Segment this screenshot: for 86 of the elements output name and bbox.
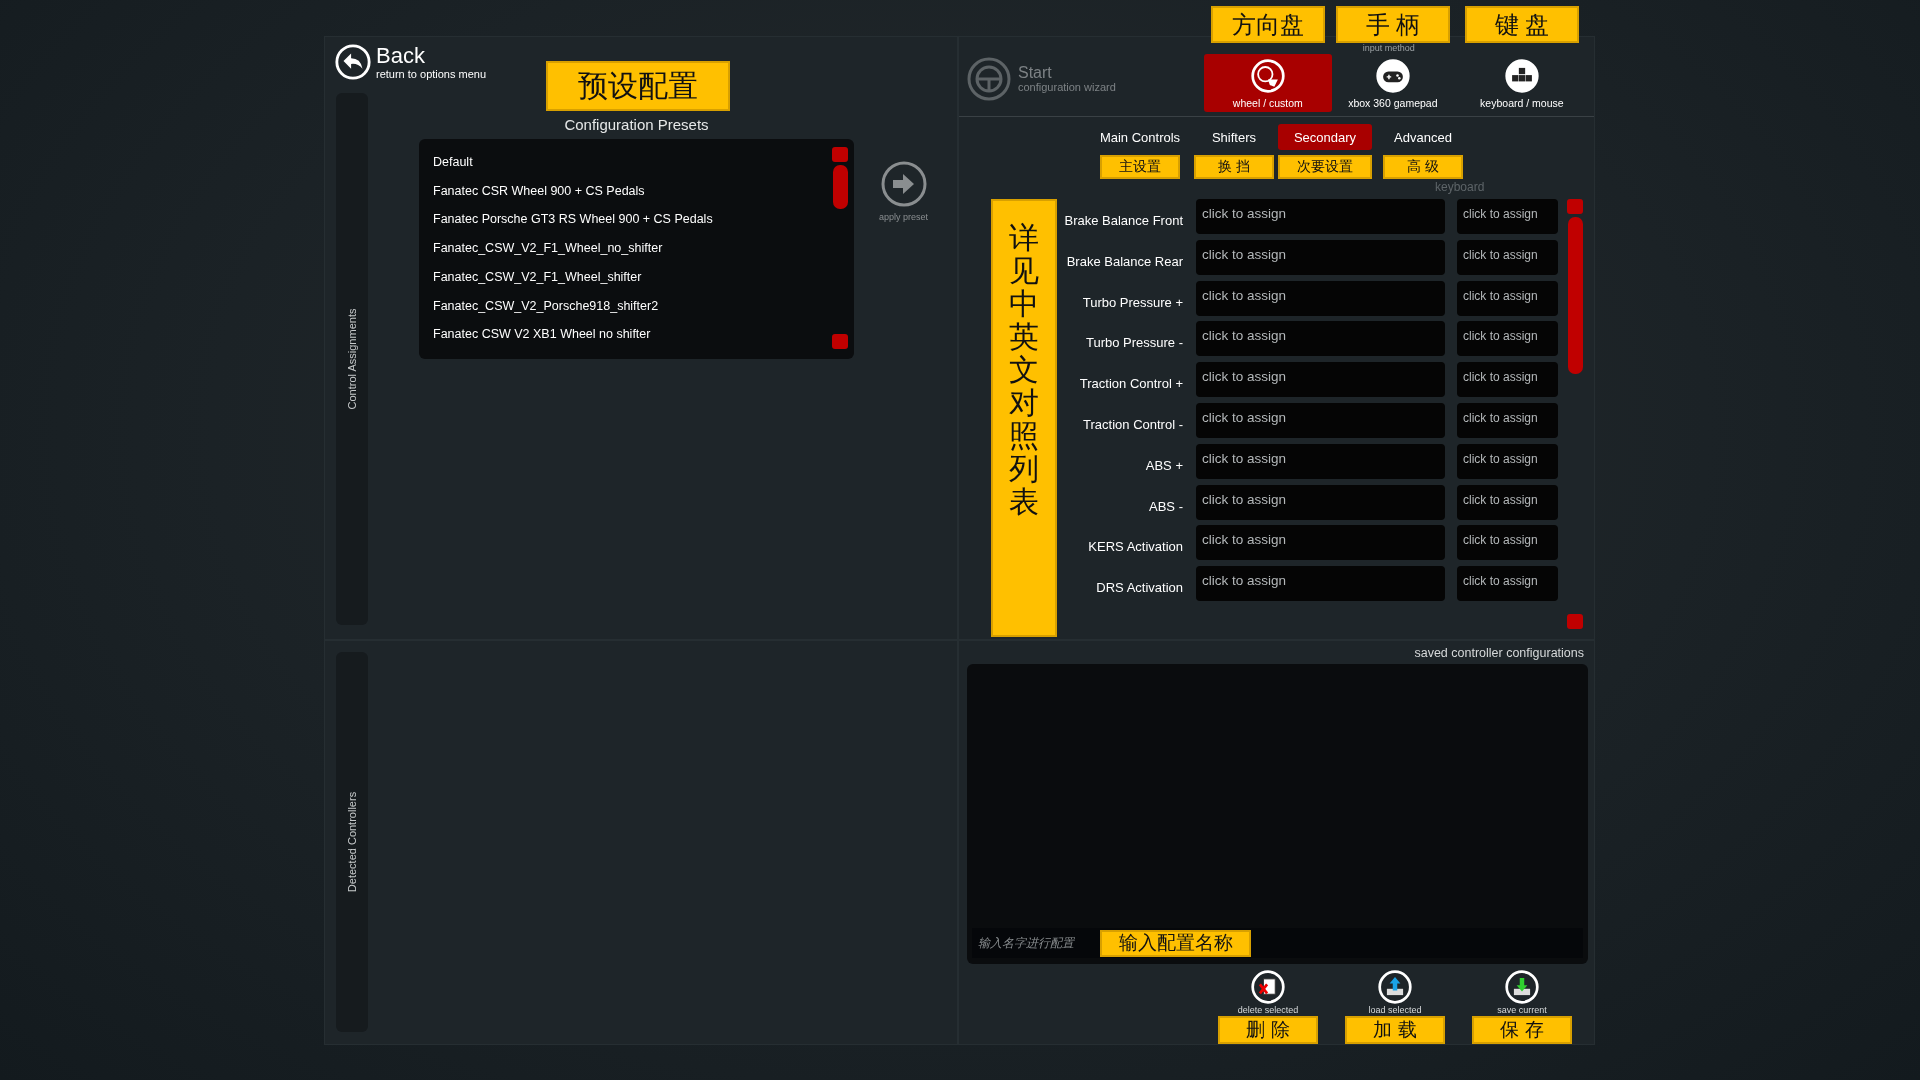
- steering-wheel-icon[interactable]: [966, 56, 1012, 102]
- assign-field[interactable]: click to assign: [1457, 443, 1558, 479]
- assign-field[interactable]: click to assign: [1196, 239, 1445, 275]
- annotation-label: 次要设置: [1278, 155, 1372, 179]
- preset-item[interactable]: Fanatec Porsche GT3 RS Wheel 900 + CS Pedals: [433, 207, 832, 237]
- input-method-caption: input method: [1361, 43, 1416, 53]
- annotation-label: 保 存: [1472, 1016, 1572, 1044]
- wizard-subtitle: configuration wizard: [1018, 81, 1116, 94]
- input-method-button[interactable]: wheel / custom: [1203, 54, 1332, 112]
- control-label: DRS Activation: [1095, 579, 1183, 598]
- wizard-title: Start: [1018, 64, 1053, 82]
- scroll-down-button[interactable]: [832, 334, 848, 349]
- preset-item[interactable]: Fanatec CSR Wheel 900 + CS Pedals: [433, 178, 832, 208]
- input-method-button[interactable]: xbox 360 gamepad: [1343, 54, 1442, 112]
- tab[interactable]: Main Controls: [1090, 124, 1190, 150]
- assign-field[interactable]: click to assign: [1196, 403, 1445, 438]
- scroll-thumb[interactable]: [1567, 217, 1583, 374]
- control-label: ABS +: [1144, 456, 1183, 475]
- annotation-label: 方向盘: [1210, 6, 1325, 43]
- assign-field[interactable]: click to assign: [1196, 362, 1445, 398]
- assign-field[interactable]: click to assign: [1457, 362, 1558, 398]
- preset-item[interactable]: Fanatec CSW V2 XB1 Wheel no shifter: [433, 322, 832, 352]
- name-input-field[interactable]: 输入名字进行配置: [972, 929, 1100, 957]
- annotation-label: 手 柄: [1335, 6, 1450, 43]
- preset-item[interactable]: Fanatec_CSW_V2_Porsche918_shifter2: [433, 293, 832, 323]
- control-label: Traction Control -: [1082, 416, 1183, 434]
- action-button[interactable]: save current: [1497, 969, 1547, 1015]
- scroll-up-button[interactable]: [832, 147, 848, 162]
- assign-field[interactable]: click to assign: [1196, 484, 1445, 520]
- scrollbar[interactable]: [1567, 199, 1583, 629]
- control-label: Turbo Pressure -: [1084, 334, 1183, 353]
- annotation-label: 高 级: [1383, 155, 1463, 179]
- assign-field[interactable]: click to assign: [1457, 484, 1558, 520]
- assign-field[interactable]: click to assign: [1196, 280, 1445, 316]
- scroll-thumb[interactable]: [832, 165, 848, 209]
- tab[interactable]: Advanced: [1380, 124, 1466, 150]
- preset-item[interactable]: Fanatec_CSW_V2_F1_Wheel_shifter: [433, 264, 832, 294]
- upload-tray-icon: [1377, 969, 1413, 1005]
- input-method-button[interactable]: keyboard / mouse: [1466, 54, 1577, 112]
- annotation-label: 主设置: [1100, 155, 1180, 179]
- control-label: Brake Balance Front: [1063, 212, 1183, 230]
- side-tab[interactable]: Detected Controllers: [336, 652, 368, 1032]
- control-label: ABS -: [1148, 497, 1183, 516]
- assign-field[interactable]: click to assign: [1196, 566, 1445, 602]
- tab[interactable]: Shifters: [1190, 124, 1278, 150]
- scrollbar[interactable]: [832, 147, 848, 349]
- saved-configs-title: saved controller configurations: [1413, 645, 1585, 662]
- assign-field[interactable]: click to assign: [1457, 525, 1558, 561]
- control-label: Brake Balance Rear: [1065, 252, 1183, 271]
- presets-title: Configuration Presets: [563, 116, 710, 134]
- assign-field[interactable]: click to assign: [1457, 239, 1558, 275]
- assign-field[interactable]: click to assign: [1457, 199, 1558, 234]
- assign-field[interactable]: click to assign: [1457, 321, 1558, 357]
- control-label: Turbo Pressure +: [1081, 293, 1183, 312]
- assign-field[interactable]: click to assign: [1196, 525, 1445, 561]
- wheel-icon: [1249, 57, 1286, 94]
- apply-preset-label: apply preset: [879, 212, 929, 222]
- annotation-label: 换 挡: [1194, 155, 1274, 179]
- assign-field[interactable]: click to assign: [1457, 403, 1558, 438]
- control-label: KERS Activation: [1087, 538, 1183, 557]
- annotation-label: 删 除: [1218, 1016, 1318, 1044]
- annotation-label: 预设配置: [546, 61, 730, 111]
- download-tray-icon: [1504, 969, 1540, 1005]
- assign-field[interactable]: click to assign: [1196, 321, 1445, 357]
- assign-field[interactable]: click to assign: [1457, 566, 1558, 602]
- column-header: keyboard: [1435, 180, 1485, 194]
- scroll-up-button[interactable]: [1567, 199, 1583, 214]
- scroll-down-button[interactable]: [1567, 614, 1583, 629]
- assign-field[interactable]: click to assign: [1196, 443, 1445, 479]
- side-tab[interactable]: Control Assignments: [336, 93, 368, 625]
- preset-item[interactable]: Fanatec_CSW_V2_F1_Wheel_no_shifter: [433, 236, 832, 265]
- annotation-label: 详见中英文对照列表: [991, 199, 1057, 637]
- annotation-label: 键 盘: [1464, 6, 1579, 43]
- action-button[interactable]: load selected: [1368, 969, 1422, 1015]
- control-label: Traction Control +: [1078, 375, 1183, 394]
- back-button[interactable]: Back return to options menu: [334, 43, 487, 81]
- gamepad-icon: [1374, 57, 1411, 94]
- annotation-label: 加 载: [1345, 1016, 1445, 1044]
- tab[interactable]: Secondary: [1278, 124, 1372, 150]
- preset-item[interactable]: Default: [433, 150, 832, 179]
- delete-document-icon: [1250, 969, 1286, 1005]
- arrow-keys-icon: [1503, 57, 1540, 94]
- assign-field[interactable]: click to assign: [1196, 199, 1445, 234]
- assign-field[interactable]: click to assign: [1457, 280, 1558, 316]
- annotation-label: 输入配置名称: [1100, 929, 1251, 957]
- action-button[interactable]: delete selected: [1237, 969, 1299, 1015]
